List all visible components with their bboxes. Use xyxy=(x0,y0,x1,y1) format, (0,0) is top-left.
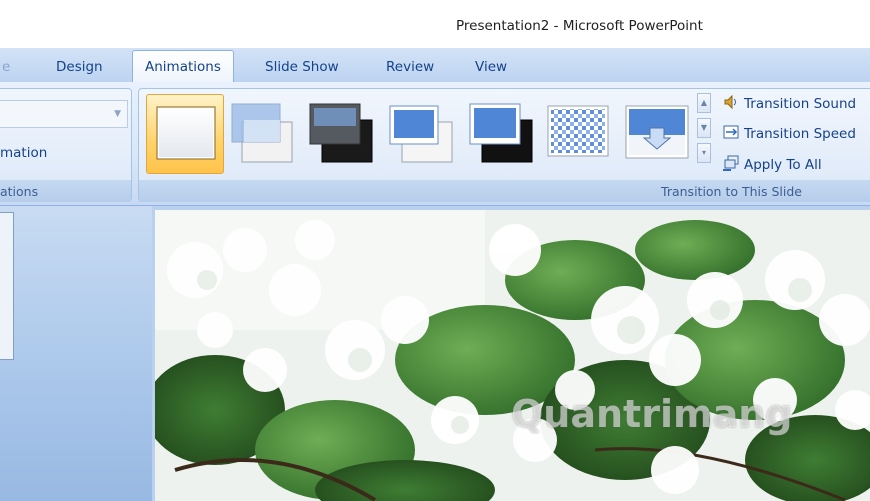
gallery-scroll-down-button[interactable]: ▼ xyxy=(697,118,711,138)
apply-all-icon xyxy=(722,154,744,176)
transition-sound-command[interactable]: Transition Sound xyxy=(722,93,856,115)
no-transition-icon xyxy=(156,106,216,160)
chevron-down-icon: ▼ xyxy=(114,109,121,119)
title-bar: Presentation2 - Microsoft PowerPoint xyxy=(0,0,870,48)
custom-animation-button[interactable]: mation xyxy=(0,145,47,161)
tab-fragment: e xyxy=(2,59,11,75)
transition-group-label: Transition to This Slide xyxy=(139,180,870,202)
animations-group-label: ations xyxy=(0,180,131,202)
fade-smoothly-icon xyxy=(231,103,293,163)
animations-group-label-text: ations xyxy=(0,184,39,199)
cut-through-black-icon xyxy=(469,103,533,163)
transition-sound-label: Transition Sound xyxy=(744,96,857,112)
slide-canvas[interactable]: Quantrimang xyxy=(155,210,870,501)
animate-dropdown[interactable]: ▼ xyxy=(0,100,128,128)
gallery-more-button[interactable]: ▾ xyxy=(697,143,711,163)
transition-thumb-fade-smoothly[interactable] xyxy=(226,94,304,174)
tab-animations[interactable]: Animations xyxy=(132,50,234,83)
transition-speed-label: Transition Speed xyxy=(744,126,856,142)
transition-thumb-dissolve[interactable] xyxy=(542,94,620,174)
transition-thumb-wipe-down[interactable] xyxy=(620,94,698,174)
flower-photo xyxy=(155,210,870,501)
cut-icon xyxy=(389,105,453,163)
speed-icon xyxy=(722,123,744,145)
transition-thumb-fade-black[interactable] xyxy=(304,94,382,174)
gallery-scroll-up-button[interactable]: ▲ xyxy=(697,93,711,113)
ribbon-tab-bar: e Design Animations Slide Show Review Vi… xyxy=(0,48,870,83)
fade-through-black-icon xyxy=(309,103,373,163)
slides-pane xyxy=(0,206,152,501)
apply-to-all-button[interactable]: Apply To All xyxy=(722,154,822,176)
transition-speed-command[interactable]: Transition Speed xyxy=(722,123,856,145)
tab-review[interactable]: Review xyxy=(386,55,434,82)
watermark: Quantrimang xyxy=(511,392,793,436)
tab-design[interactable]: Design xyxy=(56,55,103,82)
tab-view[interactable]: View xyxy=(475,55,507,82)
transition-thumb-cut-black[interactable] xyxy=(464,94,542,174)
transition-group-label-text: Transition to This Slide xyxy=(661,184,802,199)
slide-thumbnail-edge[interactable] xyxy=(0,212,14,360)
transition-thumb-none[interactable] xyxy=(146,94,224,174)
window-title: Presentation2 - Microsoft PowerPoint xyxy=(456,18,703,34)
apply-to-all-label: Apply To All xyxy=(744,157,822,173)
transition-thumb-cut[interactable] xyxy=(384,94,462,174)
dissolve-icon xyxy=(547,105,609,157)
wipe-down-icon xyxy=(625,105,689,159)
tab-slide-show[interactable]: Slide Show xyxy=(265,55,339,82)
speaker-icon xyxy=(722,93,744,115)
